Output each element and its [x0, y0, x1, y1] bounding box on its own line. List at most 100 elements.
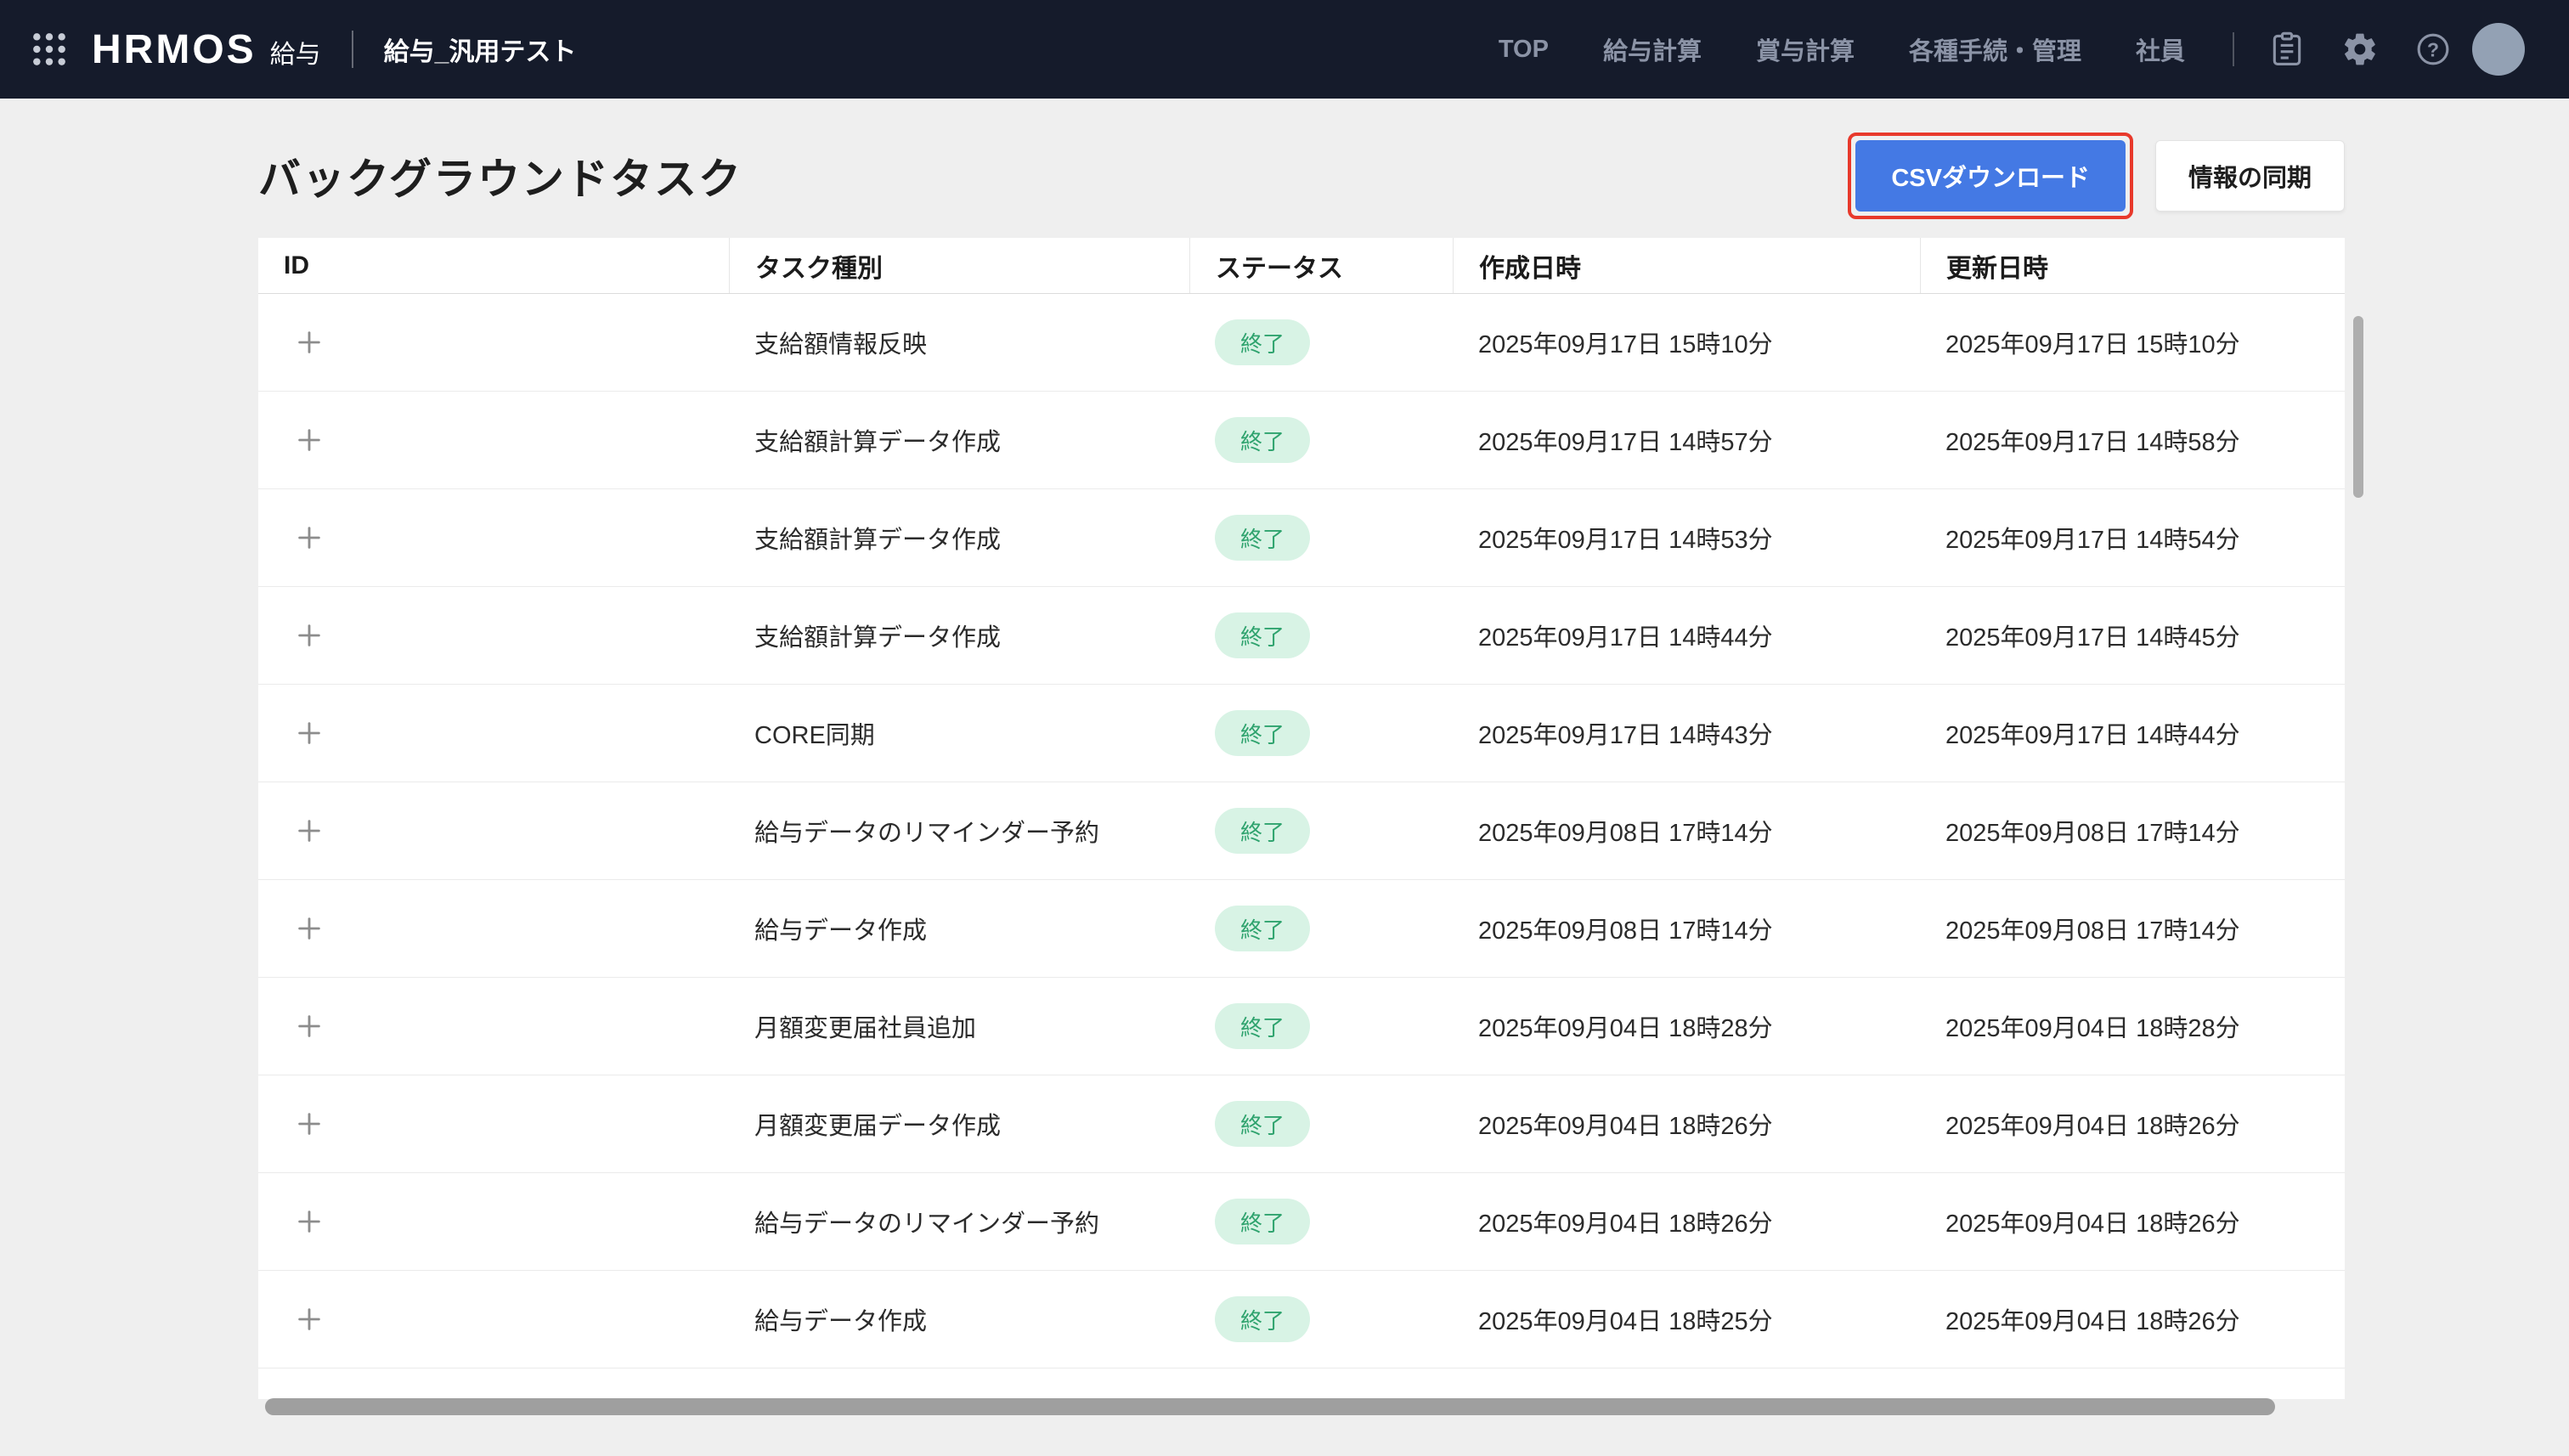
expand-row-button[interactable] — [291, 324, 328, 361]
expand-row-button[interactable] — [291, 812, 328, 849]
id-cell — [258, 324, 729, 361]
nav-item-procedures[interactable]: 各種手続・管理 — [1909, 31, 2081, 67]
updated-at-cell: 2025年09月04日 18時26分 — [1920, 1106, 2345, 1142]
status-badge: 終了 — [1215, 906, 1310, 951]
updated-at-cell: 2025年09月04日 18時26分 — [1920, 1301, 2345, 1337]
task-type-cell: 給与データのリマインダー予約 — [729, 1204, 1189, 1239]
column-header-created: 作成日時 — [1453, 238, 1920, 293]
updated-at-cell: 2025年09月08日 17時14分 — [1920, 813, 2345, 849]
expand-row-button[interactable] — [291, 1301, 328, 1338]
id-cell — [258, 617, 729, 654]
status-badge: 終了 — [1215, 808, 1310, 854]
tasks-clipboard-icon[interactable] — [2268, 31, 2306, 68]
expand-row-button[interactable] — [291, 714, 328, 752]
table-row: 月額変更届社員追加 終了 2025年09月04日 18時28分 2025年09月… — [258, 978, 2345, 1075]
status-cell: 終了 — [1189, 612, 1453, 658]
hrmos-logo[interactable]: HRMOS 給与 — [92, 26, 321, 73]
id-cell — [258, 1203, 729, 1240]
status-cell: 終了 — [1189, 515, 1453, 561]
icon-divider — [2233, 32, 2234, 66]
created-at-cell: 2025年09月17日 14時53分 — [1453, 520, 1920, 556]
topbar-divider — [352, 31, 353, 68]
task-type-cell: 給与データのリマインダー予約 — [729, 813, 1189, 849]
updated-at-cell: 2025年09月17日 15時10分 — [1920, 324, 2345, 360]
user-avatar[interactable] — [2472, 23, 2525, 76]
sync-info-button[interactable]: 情報の同期 — [2155, 140, 2345, 212]
csv-button-highlight-annotation: CSVダウンロード — [1848, 133, 2133, 219]
expand-row-button[interactable] — [291, 1105, 328, 1143]
id-cell — [258, 1301, 729, 1338]
table-row: CORE同期 終了 2025年09月17日 14時43分 2025年09月17日… — [258, 685, 2345, 782]
nav-item-bonus[interactable]: 賞与計算 — [1756, 31, 1855, 67]
expand-row-button[interactable] — [291, 1007, 328, 1045]
status-badge: 終了 — [1215, 612, 1310, 658]
nav-item-payroll[interactable]: 給与計算 — [1603, 31, 1702, 67]
status-badge: 終了 — [1215, 1101, 1310, 1147]
table-header-row: ID タスク種別 ステータス 作成日時 更新日時 — [258, 238, 2345, 294]
status-badge: 終了 — [1215, 1296, 1310, 1342]
column-header-updated: 更新日時 — [1920, 238, 2345, 293]
nav-item-employees[interactable]: 社員 — [2136, 31, 2185, 67]
status-badge: 終了 — [1215, 319, 1310, 365]
created-at-cell: 2025年09月17日 14時43分 — [1453, 715, 1920, 751]
status-cell: 終了 — [1189, 319, 1453, 365]
id-cell — [258, 1007, 729, 1045]
status-cell: 終了 — [1189, 1199, 1453, 1244]
table-row: 月額変更届データ作成 終了 2025年09月04日 18時26分 2025年09… — [258, 1075, 2345, 1173]
background-task-table: ID タスク種別 ステータス 作成日時 更新日時 支給額情報反映 終了 2025… — [258, 238, 2345, 1399]
table-row-partial — [258, 1369, 2345, 1399]
nav-item-top[interactable]: TOP — [1499, 36, 1549, 64]
updated-at-cell: 2025年09月04日 18時26分 — [1920, 1204, 2345, 1239]
status-badge: 終了 — [1215, 515, 1310, 561]
expand-row-button[interactable] — [291, 910, 328, 947]
table-row: 支給額情報反映 終了 2025年09月17日 15時10分 2025年09月17… — [258, 294, 2345, 392]
created-at-cell: 2025年09月04日 18時26分 — [1453, 1106, 1920, 1142]
status-cell: 終了 — [1189, 417, 1453, 463]
column-header-status: ステータス — [1189, 238, 1453, 293]
horizontal-scrollbar-thumb[interactable] — [265, 1398, 2275, 1415]
table-row: 支給額計算データ作成 終了 2025年09月17日 14時53分 2025年09… — [258, 489, 2345, 587]
column-header-task-type: タスク種別 — [729, 238, 1189, 293]
task-type-cell: CORE同期 — [729, 715, 1189, 751]
settings-gear-icon[interactable] — [2341, 31, 2379, 68]
task-type-cell: 給与データ作成 — [729, 1301, 1189, 1337]
created-at-cell: 2025年09月17日 14時57分 — [1453, 422, 1920, 458]
status-badge: 終了 — [1215, 1003, 1310, 1049]
id-cell — [258, 519, 729, 556]
task-type-cell: 月額変更届データ作成 — [729, 1106, 1189, 1142]
main-content: バックグラウンドタスク CSVダウンロード 情報の同期 ID タスク種別 ステー… — [0, 99, 2569, 1399]
task-type-cell: 支給額計算データ作成 — [729, 422, 1189, 458]
id-cell — [258, 1105, 729, 1143]
status-badge: 終了 — [1215, 1199, 1310, 1244]
expand-row-button[interactable] — [291, 519, 328, 556]
table-body: 支給額情報反映 終了 2025年09月17日 15時10分 2025年09月17… — [258, 294, 2345, 1369]
top-nav: TOP 給与計算 賞与計算 各種手続・管理 社員 — [1499, 31, 2185, 67]
vertical-scrollbar-thumb[interactable] — [2353, 316, 2363, 498]
topbar-icons: ? — [2268, 31, 2452, 68]
table-row: 支給額計算データ作成 終了 2025年09月17日 14時57分 2025年09… — [258, 392, 2345, 489]
updated-at-cell: 2025年09月17日 14時45分 — [1920, 618, 2345, 653]
help-icon[interactable]: ? — [2414, 31, 2452, 68]
created-at-cell: 2025年09月08日 17時14分 — [1453, 813, 1920, 849]
top-bar: HRMOS 給与 給与_汎用テスト TOP 給与計算 賞与計算 各種手続・管理 … — [0, 0, 2569, 99]
task-type-cell: 支給額計算データ作成 — [729, 618, 1189, 653]
updated-at-cell: 2025年09月08日 17時14分 — [1920, 911, 2345, 946]
id-cell — [258, 812, 729, 849]
table-row: 給与データ作成 終了 2025年09月08日 17時14分 2025年09月08… — [258, 880, 2345, 978]
expand-row-button[interactable] — [291, 421, 328, 459]
created-at-cell: 2025年09月04日 18時28分 — [1453, 1008, 1920, 1044]
id-cell — [258, 910, 729, 947]
table-row: 給与データのリマインダー予約 終了 2025年09月04日 18時26分 202… — [258, 1173, 2345, 1271]
task-type-cell: 給与データ作成 — [729, 911, 1189, 946]
status-cell: 終了 — [1189, 1003, 1453, 1049]
status-cell: 終了 — [1189, 1296, 1453, 1342]
status-cell: 終了 — [1189, 1101, 1453, 1147]
apps-grid-icon[interactable] — [31, 31, 68, 68]
created-at-cell: 2025年09月08日 17時14分 — [1453, 911, 1920, 946]
table-row: 給与データ作成 終了 2025年09月04日 18時25分 2025年09月04… — [258, 1271, 2345, 1369]
table-row: 支給額計算データ作成 終了 2025年09月17日 14時44分 2025年09… — [258, 587, 2345, 685]
csv-download-button[interactable]: CSVダウンロード — [1855, 140, 2126, 212]
status-badge: 終了 — [1215, 710, 1310, 756]
expand-row-button[interactable] — [291, 617, 328, 654]
expand-row-button[interactable] — [291, 1203, 328, 1240]
